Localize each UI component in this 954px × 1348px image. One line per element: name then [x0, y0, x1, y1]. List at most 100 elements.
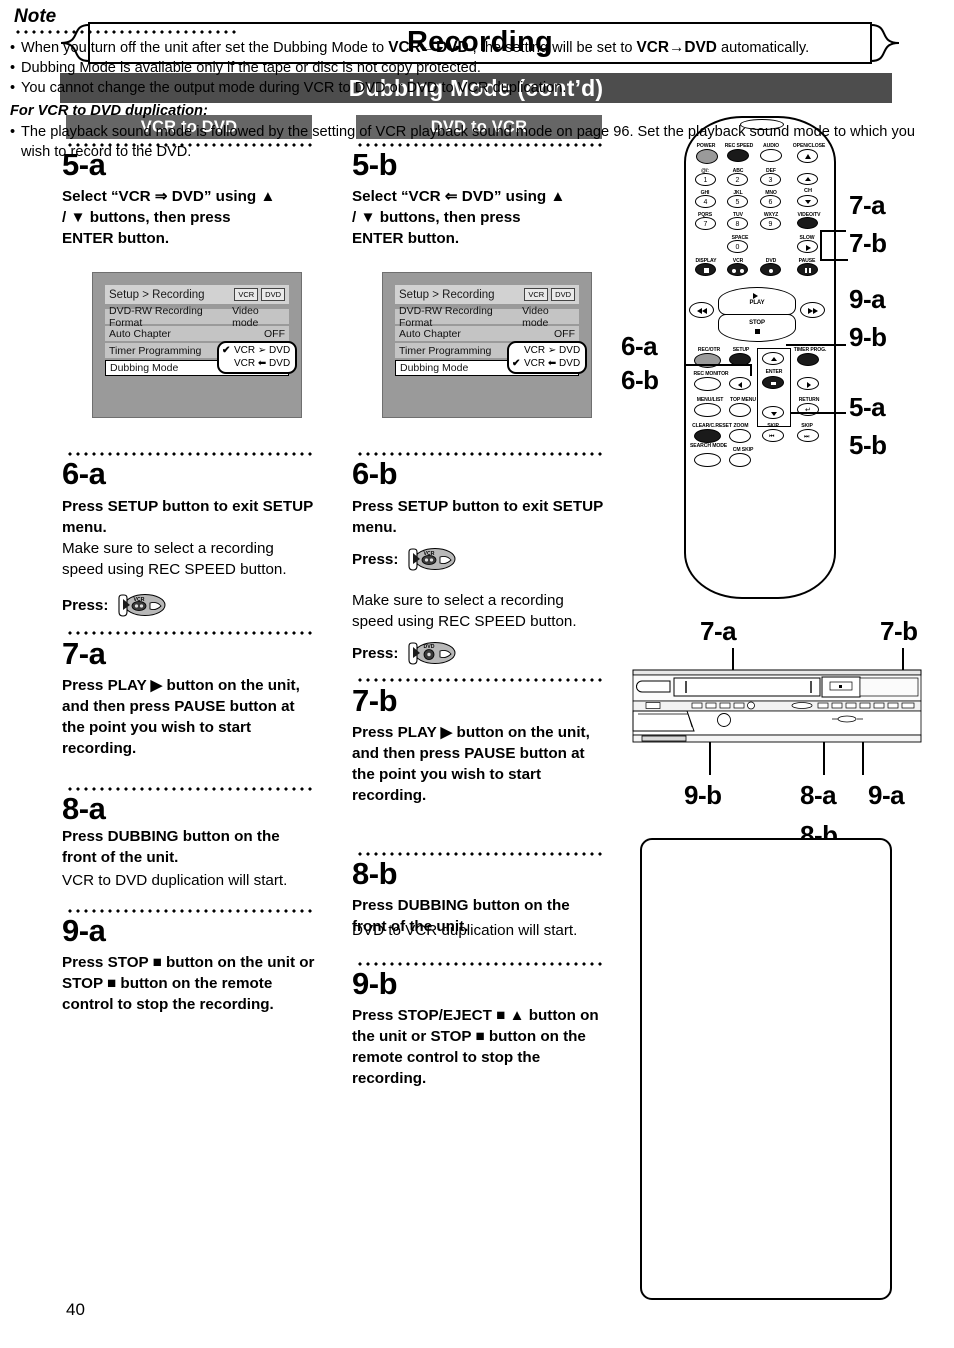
remote-label-enter: ENTER — [765, 369, 783, 375]
step-8b-plain-text: DVD to VCR duplication will start. — [352, 922, 578, 939]
osd-chip-dvd-a: DVD — [261, 288, 285, 301]
step-6b-bold-text: Press SETUP button to exit SETUP menu. — [352, 498, 603, 536]
pause-bar-icon — [809, 268, 811, 273]
remote-key-menu-list[interactable] — [694, 403, 721, 417]
remote-key-return[interactable]: ↵ — [797, 403, 819, 416]
step-8a-bold-text: Press DUBBING button on the front of the… — [62, 828, 280, 866]
note-item-1: When you turn off the unit after set the… — [10, 38, 946, 58]
remote-key-skip-prev[interactable]: ⏮ — [762, 429, 784, 442]
step-5b-line1: Select “VCR ⇐ DVD” using ▲ — [352, 188, 566, 205]
remote-key-fast-forward[interactable] — [800, 302, 825, 318]
step-5a-line1: Select “VCR ⇒ DVD” using ▲ — [62, 188, 276, 205]
remote-key-search-mode[interactable] — [694, 453, 721, 467]
osd-popup-option-vcr-to-dvd-a[interactable]: ✔ VCR ➢ DVD — [222, 344, 290, 357]
remote-key-cursor-right[interactable] — [797, 377, 819, 390]
step-5b-line3: ENTER button. — [352, 230, 460, 247]
osd-row-recording-format-a[interactable]: DVD-RW Recording Format Video mode — [105, 305, 289, 329]
remote-key-cursor-up[interactable] — [762, 352, 784, 365]
remote-key-enter[interactable] — [762, 376, 784, 389]
remote-control-diagram: POWER REC SPEED AUDIO OPEN/CLOSE @/: 1 A… — [684, 116, 836, 599]
remote-key-stop[interactable]: STOP — [718, 314, 796, 342]
osd-dubbing-mode-popup-b[interactable]: VCR ➢ DVD ✔ VCR ⬅ DVD — [507, 341, 588, 374]
osd-row-label: Auto Chapter — [109, 327, 171, 340]
remote-key-2-label: 2 — [735, 177, 740, 184]
osd-row-label: Timer Programming — [109, 344, 202, 357]
remote-label-top-menu: TOP MENU — [730, 397, 756, 403]
remote-key-display[interactable] — [695, 263, 716, 276]
osd-popup-option-dvd-to-vcr-a[interactable]: VCR ⬅ DVD — [222, 357, 290, 370]
remote-key-skip-next[interactable]: ⏭ — [797, 429, 819, 442]
remote-key-2[interactable]: 2 — [727, 173, 748, 186]
step-number-8b: 8-b — [352, 856, 398, 891]
remote-label-rec-monitor: REC MONITOR — [693, 371, 729, 377]
remote-key-timer-prog[interactable] — [797, 353, 819, 366]
callout-9b: 9-b — [849, 322, 887, 352]
remote-key-6[interactable]: 6 — [760, 195, 781, 208]
note-item-4-text: The playback sound mode is followed by t… — [21, 123, 916, 161]
remote-key-0[interactable]: 0 — [727, 240, 748, 253]
osd-popup-option-vcr-to-dvd-b[interactable]: VCR ➢ DVD — [512, 344, 580, 357]
remote-key-5[interactable]: 5 — [727, 195, 748, 208]
page-number: 40 — [66, 1300, 85, 1319]
remote-key-8[interactable]: 8 — [727, 217, 748, 230]
reel-icon — [732, 269, 736, 273]
note-item-3-text: You cannot change the output mode during… — [21, 80, 567, 97]
remote-key-1[interactable]: 1 — [695, 173, 716, 186]
step-7b-bold-text: Press PLAY ▶ button on the unit, and the… — [352, 724, 590, 804]
fast-forward-icon — [813, 308, 818, 314]
vcr-button-icon: VCR — [404, 546, 456, 572]
remote-label-stop: STOP — [749, 320, 765, 326]
remote-key-zoom[interactable] — [729, 429, 751, 443]
osd-popup-option-label: VCR ⬅ DVD — [234, 358, 291, 369]
note-item-1-mode-2: VCR→DVD — [636, 39, 717, 56]
note-item-1-mode-1: VCR←DVD — [388, 39, 469, 56]
note-title: Note — [14, 6, 57, 27]
note-content: When you turn off the unit after set the… — [10, 38, 946, 162]
remote-key-channel-up[interactable] — [797, 173, 818, 185]
remote-key-video-tv[interactable] — [797, 217, 818, 229]
osd-row-label: Dubbing Mode — [110, 362, 179, 374]
remote-key-4[interactable]: 4 — [695, 195, 716, 208]
remote-key-pause[interactable] — [797, 263, 818, 276]
remote-key-7-label: 7 — [703, 221, 708, 228]
note-box — [640, 838, 892, 1300]
osd-breadcrumb-a: Setup > Recording — [109, 288, 205, 301]
remote-key-7[interactable]: 7 — [695, 217, 716, 230]
step-9b-bold-text: Press STOP/EJECT ■ ▲ button on the unit … — [352, 1007, 599, 1087]
remote-key-5-label: 5 — [735, 199, 740, 206]
triangle-right-icon — [807, 382, 811, 388]
remote-key-clear-creset[interactable] — [694, 429, 721, 443]
leader-line-6a — [686, 364, 752, 366]
step-6b-press-row-2: Press: DVD — [352, 640, 456, 666]
step-number-6b: 6-b — [352, 456, 398, 491]
note-item-4: The playback sound mode is followed by t… — [10, 122, 946, 162]
step-7a-bold-text: Press PLAY ▶ button on the unit, and the… — [62, 677, 300, 757]
step-number-9b: 9-b — [352, 966, 398, 1001]
remote-key-channel-down[interactable] — [797, 195, 818, 207]
remote-key-play[interactable]: PLAY — [718, 287, 796, 315]
remote-key-vcr[interactable] — [727, 263, 748, 276]
press-label: Press: — [352, 550, 399, 568]
remote-key-1-label: 1 — [703, 177, 708, 184]
remote-key-top-menu[interactable] — [729, 403, 751, 417]
note-bullet-list-2: The playback sound mode is followed by t… — [10, 122, 946, 162]
frontpanel-callout-7b: 7-b — [880, 616, 918, 646]
remote-key-9[interactable]: 9 — [760, 217, 781, 230]
osd-row-recording-format-b[interactable]: DVD-RW Recording Format Video mode — [395, 305, 579, 329]
osd-dubbing-mode-popup-a[interactable]: ✔ VCR ➢ DVD VCR ⬅ DVD — [217, 341, 298, 374]
remote-key-rec-monitor[interactable] — [694, 377, 721, 391]
step-number-7b: 7-b — [352, 683, 398, 718]
dvd-button-icon: DVD — [404, 640, 456, 666]
remote-key-cm-skip[interactable] — [729, 453, 751, 467]
osd-popup-option-dvd-to-vcr-b[interactable]: ✔ VCR ⬅ DVD — [512, 357, 580, 370]
remote-key-3[interactable]: 3 — [760, 173, 781, 186]
osd-row-label: Dubbing Mode — [400, 362, 469, 374]
remote-key-rewind[interactable] — [689, 302, 714, 318]
skip-prev-icon: ⏮ — [769, 434, 775, 440]
remote-key-slow[interactable] — [797, 240, 818, 253]
remote-key-dvd[interactable] — [760, 263, 781, 276]
remote-label-timer-prog: TIMER PROG. — [793, 347, 827, 353]
remote-key-cursor-left[interactable] — [729, 377, 751, 390]
press-label: Press: — [352, 644, 399, 662]
remote-key-cursor-down[interactable] — [762, 406, 784, 419]
